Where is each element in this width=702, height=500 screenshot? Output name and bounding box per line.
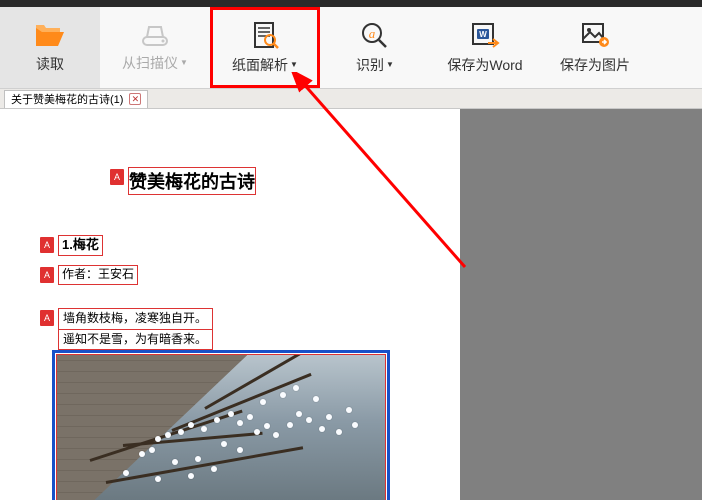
toolbar-read[interactable]: 读取 [0, 7, 100, 88]
side-panel [460, 109, 702, 500]
toolbar-save-image-label: 保存为图片 [560, 55, 630, 75]
toolbar-scanner[interactable]: 从扫描仪▼ [100, 7, 210, 88]
page-preview-pane: A 赞美梅花的古诗 A 1.梅花 A 作者：王安石 A 墙角数枝梅，凌寒独自开。… [0, 109, 460, 500]
author-line: 作者：王安石 [58, 265, 138, 285]
region-badge: A [110, 169, 124, 185]
region-badge: A [40, 237, 54, 253]
poem-line-2: 遥知不是雪，为有暗香来。 [59, 330, 212, 350]
scanner-caret-icon: ▼ [180, 58, 188, 67]
toolbar-save-word-label: 保存为Word [447, 55, 522, 75]
document-tab-strip: 关于赞美梅花的古诗(1) ✕ [0, 89, 702, 109]
tab-title: 关于赞美梅花的古诗(1) [11, 91, 123, 107]
toolbar-read-label: 读取 [36, 54, 64, 74]
recognize-icon: a [360, 21, 390, 49]
poem-block: 墙角数枝梅，凌寒独自开。 遥知不是雪，为有暗香来。 [58, 308, 213, 350]
toolbar-page-analysis[interactable]: 纸面解析▼ [210, 7, 320, 88]
toolbar-scanner-label: 从扫描仪 [122, 53, 178, 73]
section-heading: 1.梅花 [58, 235, 103, 256]
analysis-caret-icon: ▼ [290, 60, 298, 69]
scanner-icon [139, 23, 171, 47]
toolbar-save-word[interactable]: W 保存为Word [430, 7, 540, 88]
toolbar-page-analysis-label: 纸面解析 [232, 55, 288, 75]
toolbar-recognize[interactable]: a 识别▼ [320, 7, 430, 88]
word-icon: W [470, 21, 500, 49]
document-tab[interactable]: 关于赞美梅花的古诗(1) ✕ [4, 90, 148, 108]
poem-line-1: 墙角数枝梅，凌寒独自开。 [59, 309, 212, 330]
region-badge: A [40, 310, 54, 326]
image-export-icon [580, 21, 610, 49]
toolbar-recognize-label: 识别 [356, 55, 384, 75]
workspace: A 赞美梅花的古诗 A 1.梅花 A 作者：王安石 A 墙角数枝梅，凌寒独自开。… [0, 109, 702, 500]
toolbar-save-image[interactable]: 保存为图片 [540, 7, 650, 88]
detected-image-region[interactable] [56, 354, 386, 500]
recognize-caret-icon: ▼ [386, 60, 394, 69]
svg-text:a: a [369, 26, 376, 41]
window-titlebar [0, 0, 702, 7]
plum-blossom-photo [57, 355, 385, 500]
document-title: 赞美梅花的古诗 [128, 167, 256, 195]
folder-open-icon [34, 22, 66, 48]
tab-close-icon[interactable]: ✕ [129, 93, 141, 105]
page-analysis-icon [251, 21, 279, 49]
main-toolbar: 读取 从扫描仪▼ 纸面解析▼ a 识别▼ W [0, 7, 702, 89]
region-badge: A [40, 267, 54, 283]
svg-text:W: W [479, 30, 487, 39]
